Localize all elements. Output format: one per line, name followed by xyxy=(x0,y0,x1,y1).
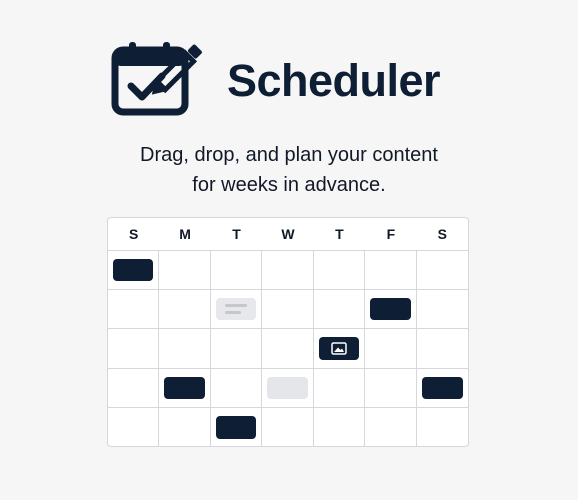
day-label-mon: M xyxy=(179,226,191,242)
calendar: S M T W T F S xyxy=(107,217,469,447)
calendar-cell[interactable] xyxy=(108,251,160,291)
day-label-tue: T xyxy=(232,226,241,242)
calendar-cell[interactable] xyxy=(159,329,211,369)
text-line xyxy=(225,311,242,315)
scheduled-post-card[interactable] xyxy=(113,259,154,282)
calendar-cell[interactable] xyxy=(108,329,160,369)
text-lines-icon xyxy=(225,304,248,315)
calendar-cell[interactable] xyxy=(211,407,263,446)
calendar-cell[interactable] xyxy=(262,251,314,291)
calendar-cell[interactable] xyxy=(313,329,366,369)
scheduled-post-card[interactable] xyxy=(318,337,360,360)
calendar-cell[interactable] xyxy=(159,407,211,446)
calendar-cell[interactable] xyxy=(210,329,263,369)
scheduled-post-card[interactable] xyxy=(267,376,308,399)
page: Scheduler Drag, drop, and plan your cont… xyxy=(0,0,578,500)
calendar-cell[interactable] xyxy=(416,329,468,369)
text-line xyxy=(225,304,248,308)
calendar-cell[interactable] xyxy=(365,290,417,330)
calendar-cell[interactable] xyxy=(313,368,366,408)
calendar-cell[interactable] xyxy=(159,290,211,330)
tagline: Drag, drop, and plan your content for we… xyxy=(0,140,578,200)
calendar-cell[interactable] xyxy=(416,251,468,291)
day-label-sun: S xyxy=(129,226,139,242)
calendar-day-header: S M T W T F S xyxy=(108,218,468,251)
scheduled-post-card[interactable] xyxy=(370,298,411,321)
calendar-cell[interactable] xyxy=(210,368,263,408)
brand-header: Scheduler xyxy=(111,40,441,118)
calendar-cell[interactable] xyxy=(365,407,417,446)
calendar-cell[interactable] xyxy=(108,407,160,446)
day-label-sat: S xyxy=(437,226,447,242)
day-label-wed: W xyxy=(281,226,295,242)
tagline-line-2: for weeks in advance. xyxy=(192,174,386,196)
calendar-cell[interactable] xyxy=(313,251,366,291)
calendar-cell[interactable] xyxy=(159,251,211,291)
calendar-cell[interactable] xyxy=(262,368,314,408)
calendar-cell[interactable] xyxy=(159,368,211,408)
scheduled-post-card[interactable] xyxy=(164,376,205,399)
calendar-cell[interactable] xyxy=(262,290,314,330)
calendar-cell[interactable] xyxy=(365,329,417,369)
tagline-line-1: Drag, drop, and plan your content xyxy=(140,144,438,166)
calendar-cell[interactable] xyxy=(313,290,366,330)
image-icon xyxy=(331,342,347,355)
day-label-fri: F xyxy=(386,226,396,242)
scheduled-post-card[interactable] xyxy=(215,298,257,321)
calendar-grid xyxy=(108,251,468,446)
scheduled-post-card[interactable] xyxy=(215,415,257,439)
calendar-cell[interactable] xyxy=(210,290,263,330)
calendar-cell[interactable] xyxy=(262,407,314,446)
calendar-check-pencil-icon xyxy=(111,42,202,116)
calendar-cell[interactable] xyxy=(417,408,468,446)
calendar-cell[interactable] xyxy=(365,251,417,291)
calendar-cell[interactable] xyxy=(108,368,160,408)
calendar-cell[interactable] xyxy=(416,369,468,408)
calendar-cell[interactable] xyxy=(210,251,263,291)
calendar-cell[interactable] xyxy=(108,290,160,330)
calendar-cell[interactable] xyxy=(416,290,468,330)
calendar-cell[interactable] xyxy=(365,368,417,408)
calendar-cell[interactable] xyxy=(262,329,314,369)
scheduled-post-card[interactable] xyxy=(421,376,463,399)
brand-title: Scheduler xyxy=(227,54,441,106)
day-label-thu: T xyxy=(335,226,344,242)
calendar-cell[interactable] xyxy=(314,407,366,446)
